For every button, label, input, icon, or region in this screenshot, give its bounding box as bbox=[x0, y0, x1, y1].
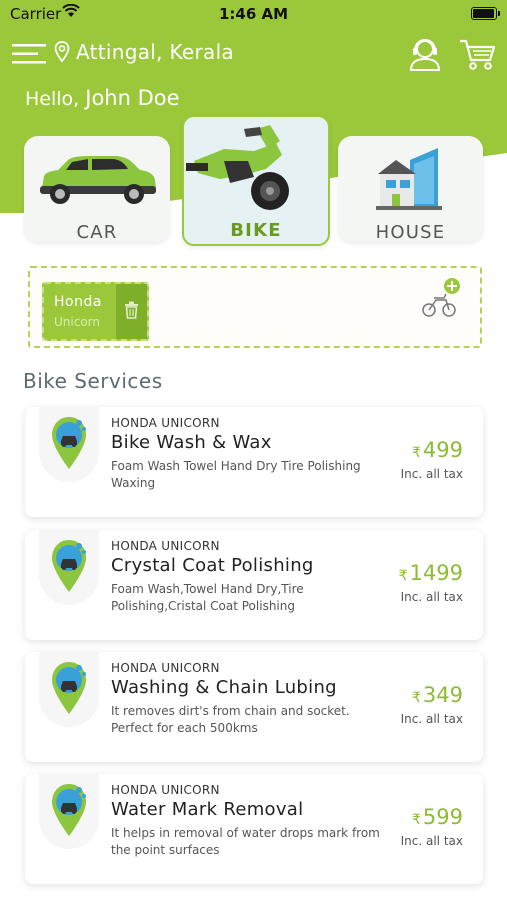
service-card[interactable]: HONDA UNICORN Washing & Chain Lubing It … bbox=[25, 652, 483, 762]
price-value: 1499 bbox=[409, 561, 463, 585]
category-house[interactable]: HOUSE bbox=[338, 136, 483, 243]
service-price: ₹599 bbox=[412, 805, 463, 829]
cart-icon[interactable] bbox=[458, 38, 496, 72]
service-brand: HONDA UNICORN bbox=[111, 661, 220, 675]
top-bar: Attingal, Kerala bbox=[0, 34, 507, 74]
location-pin-icon bbox=[54, 41, 70, 63]
service-brand: HONDA UNICORN bbox=[111, 416, 220, 430]
menu-icon[interactable] bbox=[12, 42, 46, 66]
service-description: Foam Wash,Towel Hand Dry,Tire Polishing,… bbox=[111, 582, 304, 613]
section-title: Bike Services bbox=[23, 369, 163, 393]
add-vehicle-button[interactable] bbox=[416, 276, 462, 320]
vehicle-name: Honda bbox=[54, 294, 102, 310]
currency-symbol: ₹ bbox=[411, 445, 421, 461]
service-title: Washing & Chain Lubing bbox=[111, 677, 337, 698]
price-value: 599 bbox=[422, 805, 463, 829]
service-description: It helps in removal of water drops mark … bbox=[111, 826, 380, 857]
service-icon-wrap bbox=[39, 652, 99, 727]
tax-note: Inc. all tax bbox=[400, 712, 463, 726]
car-wash-icon bbox=[52, 540, 86, 592]
tax-note: Inc. all tax bbox=[400, 467, 463, 481]
bike-illustration bbox=[186, 125, 289, 210]
support-agent-icon[interactable] bbox=[408, 36, 442, 72]
car-wash-icon bbox=[52, 784, 86, 836]
category-label: CAR bbox=[76, 222, 118, 243]
tax-note: Inc. all tax bbox=[400, 590, 463, 604]
vehicle-model: Unicorn bbox=[54, 315, 100, 329]
price-value: 349 bbox=[422, 683, 463, 707]
service-brand: HONDA UNICORN bbox=[111, 783, 220, 797]
service-icon-wrap bbox=[39, 774, 99, 849]
service-price: ₹349 bbox=[412, 683, 463, 707]
vehicle-selector: Honda Unicorn bbox=[28, 266, 482, 348]
battery-icon bbox=[471, 7, 500, 20]
service-brand: HONDA UNICORN bbox=[111, 539, 220, 553]
service-description: It removes dirt's from chain and socket.… bbox=[111, 704, 350, 735]
delete-vehicle-button[interactable] bbox=[116, 284, 147, 339]
service-title: Bike Wash & Wax bbox=[111, 432, 272, 453]
clock: 1:46 AM bbox=[218, 5, 289, 23]
service-icon-wrap bbox=[39, 530, 99, 605]
category-label: BIKE bbox=[230, 220, 282, 241]
house-illustration bbox=[376, 148, 442, 210]
category-label: HOUSE bbox=[375, 222, 446, 243]
service-price: ₹499 bbox=[412, 438, 463, 462]
price-value: 499 bbox=[422, 438, 463, 462]
currency-symbol: ₹ bbox=[398, 568, 408, 584]
service-title: Crystal Coat Polishing bbox=[111, 555, 314, 576]
tax-note: Inc. all tax bbox=[400, 834, 463, 848]
vehicle-chip[interactable]: Honda Unicorn bbox=[42, 282, 149, 341]
service-title: Water Mark Removal bbox=[111, 799, 304, 820]
greeting: Hello, John Doe bbox=[25, 86, 180, 110]
car-wash-icon bbox=[52, 417, 86, 469]
service-card[interactable]: HONDA UNICORN Crystal Coat Polishing Foa… bbox=[25, 530, 483, 640]
service-icon-wrap bbox=[39, 407, 99, 482]
currency-symbol: ₹ bbox=[411, 690, 421, 706]
category-car[interactable]: CAR bbox=[24, 136, 170, 243]
greeting-prefix: Hello, bbox=[25, 88, 80, 110]
user-name: John Doe bbox=[85, 86, 180, 110]
service-card[interactable]: HONDA UNICORN Water Mark Removal It help… bbox=[25, 774, 483, 884]
car-illustration bbox=[40, 156, 156, 204]
service-card[interactable]: HONDA UNICORN Bike Wash & Wax Foam Wash … bbox=[25, 407, 483, 517]
trash-icon bbox=[125, 301, 138, 319]
car-wash-icon bbox=[52, 662, 86, 714]
status-bar: Carrier 1:46 AM bbox=[0, 0, 507, 28]
location-label[interactable]: Attingal, Kerala bbox=[76, 40, 234, 64]
service-price: ₹1499 bbox=[399, 561, 463, 585]
currency-symbol: ₹ bbox=[411, 812, 421, 828]
service-description: Foam Wash Towel Hand Dry Tire Polishing … bbox=[111, 459, 361, 490]
category-bike[interactable]: BIKE bbox=[182, 115, 330, 246]
